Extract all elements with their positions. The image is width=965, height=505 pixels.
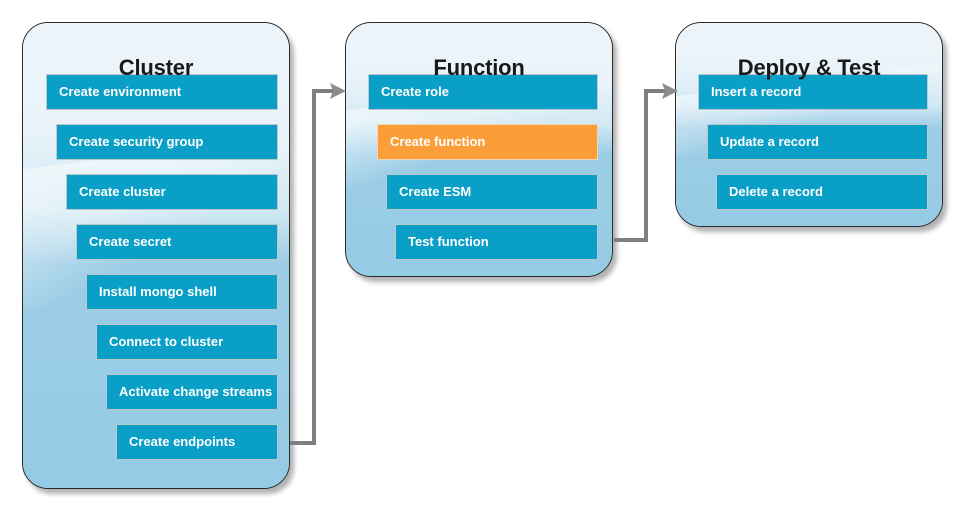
panel-cluster: Cluster Create environment Create securi… (22, 22, 290, 489)
step-item[interactable]: Create security group (56, 124, 278, 160)
panel-title-cluster: Cluster (118, 55, 194, 80)
step-item[interactable]: Connect to cluster (96, 324, 278, 360)
panel-title-function: Function (433, 55, 525, 80)
step-item[interactable]: Update a record (707, 124, 928, 160)
step-item[interactable]: Delete a record (716, 174, 928, 210)
step-list-deploy-test: Insert a record Update a record Delete a… (676, 23, 942, 226)
step-item[interactable]: Create endpoints (116, 424, 278, 460)
panel-title-deploy-test: Deploy & Test (737, 55, 881, 80)
step-list-cluster: Create environment Create security group… (23, 23, 289, 488)
diagram-canvas: Cluster Create environment Create securi… (0, 0, 965, 505)
connector-path (290, 89, 334, 445)
step-item[interactable]: Create secret (76, 224, 278, 260)
connector-cluster-to-function (286, 80, 350, 455)
step-item[interactable]: Install mongo shell (86, 274, 278, 310)
connector-function-to-deploy-test (610, 80, 682, 255)
step-item-highlighted[interactable]: Create function (377, 124, 598, 160)
step-item[interactable]: Create cluster (66, 174, 278, 210)
step-item[interactable]: Create ESM (386, 174, 598, 210)
arrowhead-icon (330, 83, 346, 99)
connector-path (614, 89, 666, 242)
panel-function: Function Create role Create function Cre… (345, 22, 613, 277)
step-item[interactable]: Activate change streams (106, 374, 278, 410)
step-item[interactable]: Test function (395, 224, 598, 260)
panel-deploy-test: Deploy & Test Insert a record Update a r… (675, 22, 943, 227)
